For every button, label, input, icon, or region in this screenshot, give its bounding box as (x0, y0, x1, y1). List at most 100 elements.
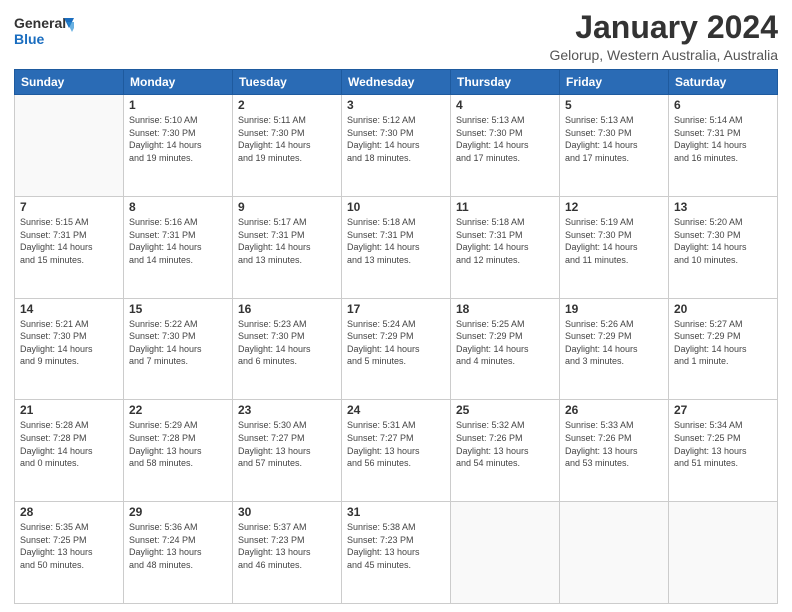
day-info: Sunrise: 5:37 AM Sunset: 7:23 PM Dayligh… (238, 521, 336, 571)
day-info: Sunrise: 5:38 AM Sunset: 7:23 PM Dayligh… (347, 521, 445, 571)
day-number: 7 (20, 200, 118, 214)
day-info: Sunrise: 5:24 AM Sunset: 7:29 PM Dayligh… (347, 318, 445, 368)
calendar-cell: 29 Sunrise: 5:36 AM Sunset: 7:24 PM Dayli… (124, 502, 233, 604)
calendar-cell: 2 Sunrise: 5:11 AM Sunset: 7:30 PM Daylig… (233, 95, 342, 197)
day-number: 18 (456, 302, 554, 316)
day-info: Sunrise: 5:15 AM Sunset: 7:31 PM Dayligh… (20, 216, 118, 266)
weekday-header-sunday: Sunday (15, 70, 124, 95)
day-number: 4 (456, 98, 554, 112)
calendar-cell: 28 Sunrise: 5:35 AM Sunset: 7:25 PM Dayli… (15, 502, 124, 604)
calendar-cell: 12 Sunrise: 5:19 AM Sunset: 7:30 PM Dayli… (560, 196, 669, 298)
calendar-cell (15, 95, 124, 197)
day-info: Sunrise: 5:36 AM Sunset: 7:24 PM Dayligh… (129, 521, 227, 571)
day-number: 15 (129, 302, 227, 316)
calendar-body: 1Sunrise: 5:10 AM Sunset: 7:30 PM Daylig… (15, 95, 778, 604)
day-info: Sunrise: 5:27 AM Sunset: 7:29 PM Dayligh… (674, 318, 772, 368)
day-number: 19 (565, 302, 663, 316)
day-number: 10 (347, 200, 445, 214)
day-number: 6 (674, 98, 772, 112)
svg-text:General: General (14, 15, 66, 31)
day-number: 1 (129, 98, 227, 112)
calendar-cell: 18 Sunrise: 5:25 AM Sunset: 7:29 PM Dayli… (451, 298, 560, 400)
day-number: 26 (565, 403, 663, 417)
day-info: Sunrise: 5:21 AM Sunset: 7:30 PM Dayligh… (20, 318, 118, 368)
calendar-table: SundayMondayTuesdayWednesdayThursdayFrid… (14, 69, 778, 604)
day-number: 23 (238, 403, 336, 417)
day-info: Sunrise: 5:11 AM Sunset: 7:30 PM Dayligh… (238, 114, 336, 164)
day-info: Sunrise: 5:23 AM Sunset: 7:30 PM Dayligh… (238, 318, 336, 368)
calendar-cell: 21Sunrise: 5:28 AM Sunset: 7:28 PM Dayli… (15, 400, 124, 502)
title-area: January 2024 Gelorup, Western Australia,… (549, 10, 778, 63)
calendar-cell: 24 Sunrise: 5:31 AM Sunset: 7:27 PM Dayli… (342, 400, 451, 502)
day-info: Sunrise: 5:35 AM Sunset: 7:25 PM Dayligh… (20, 521, 118, 571)
week-row-4: 28 Sunrise: 5:35 AM Sunset: 7:25 PM Dayli… (15, 502, 778, 604)
calendar-cell: 23 Sunrise: 5:30 AM Sunset: 7:27 PM Dayli… (233, 400, 342, 502)
weekday-header-tuesday: Tuesday (233, 70, 342, 95)
day-info: Sunrise: 5:29 AM Sunset: 7:28 PM Dayligh… (129, 419, 227, 469)
day-number: 17 (347, 302, 445, 316)
calendar-cell: 16Sunrise: 5:23 AM Sunset: 7:30 PM Dayli… (233, 298, 342, 400)
calendar-cell: 26 Sunrise: 5:33 AM Sunset: 7:26 PM Dayli… (560, 400, 669, 502)
day-number: 14 (20, 302, 118, 316)
calendar-cell: 27Sunrise: 5:34 AM Sunset: 7:25 PM Dayli… (669, 400, 778, 502)
day-number: 20 (674, 302, 772, 316)
logo-icon: General Blue (14, 10, 74, 50)
day-number: 11 (456, 200, 554, 214)
day-number: 25 (456, 403, 554, 417)
day-number: 30 (238, 505, 336, 519)
day-info: Sunrise: 5:13 AM Sunset: 7:30 PM Dayligh… (456, 114, 554, 164)
day-number: 13 (674, 200, 772, 214)
page: General Blue January 2024 Gelorup, Weste… (0, 0, 792, 612)
day-number: 24 (347, 403, 445, 417)
calendar-cell: 25Sunrise: 5:32 AM Sunset: 7:26 PM Dayli… (451, 400, 560, 502)
svg-text:Blue: Blue (14, 31, 45, 47)
day-info: Sunrise: 5:22 AM Sunset: 7:30 PM Dayligh… (129, 318, 227, 368)
calendar-cell: 4 Sunrise: 5:13 AM Sunset: 7:30 PM Daylig… (451, 95, 560, 197)
day-number: 12 (565, 200, 663, 214)
weekday-header-monday: Monday (124, 70, 233, 95)
weekday-header-thursday: Thursday (451, 70, 560, 95)
week-row-2: 14 Sunrise: 5:21 AM Sunset: 7:30 PM Dayli… (15, 298, 778, 400)
day-number: 31 (347, 505, 445, 519)
calendar-cell: 7 Sunrise: 5:15 AM Sunset: 7:31 PM Daylig… (15, 196, 124, 298)
day-number: 22 (129, 403, 227, 417)
week-row-3: 21Sunrise: 5:28 AM Sunset: 7:28 PM Dayli… (15, 400, 778, 502)
day-info: Sunrise: 5:33 AM Sunset: 7:26 PM Dayligh… (565, 419, 663, 469)
calendar-cell: 14 Sunrise: 5:21 AM Sunset: 7:30 PM Dayli… (15, 298, 124, 400)
week-row-0: 1Sunrise: 5:10 AM Sunset: 7:30 PM Daylig… (15, 95, 778, 197)
day-info: Sunrise: 5:25 AM Sunset: 7:29 PM Dayligh… (456, 318, 554, 368)
day-number: 5 (565, 98, 663, 112)
day-info: Sunrise: 5:19 AM Sunset: 7:30 PM Dayligh… (565, 216, 663, 266)
calendar-cell: 10Sunrise: 5:18 AM Sunset: 7:31 PM Dayli… (342, 196, 451, 298)
day-info: Sunrise: 5:30 AM Sunset: 7:27 PM Dayligh… (238, 419, 336, 469)
day-info: Sunrise: 5:16 AM Sunset: 7:31 PM Dayligh… (129, 216, 227, 266)
calendar-cell: 17 Sunrise: 5:24 AM Sunset: 7:29 PM Dayli… (342, 298, 451, 400)
weekday-header-wednesday: Wednesday (342, 70, 451, 95)
day-number: 3 (347, 98, 445, 112)
weekday-header-row: SundayMondayTuesdayWednesdayThursdayFrid… (15, 70, 778, 95)
day-number: 29 (129, 505, 227, 519)
day-info: Sunrise: 5:26 AM Sunset: 7:29 PM Dayligh… (565, 318, 663, 368)
logo: General Blue (14, 10, 74, 55)
weekday-header-saturday: Saturday (669, 70, 778, 95)
day-info: Sunrise: 5:18 AM Sunset: 7:31 PM Dayligh… (456, 216, 554, 266)
calendar-cell: 22 Sunrise: 5:29 AM Sunset: 7:28 PM Dayli… (124, 400, 233, 502)
calendar-cell (669, 502, 778, 604)
day-info: Sunrise: 5:31 AM Sunset: 7:27 PM Dayligh… (347, 419, 445, 469)
calendar-header: SundayMondayTuesdayWednesdayThursdayFrid… (15, 70, 778, 95)
subtitle: Gelorup, Western Australia, Australia (549, 47, 778, 63)
calendar-cell (560, 502, 669, 604)
calendar-cell: 19 Sunrise: 5:26 AM Sunset: 7:29 PM Dayli… (560, 298, 669, 400)
calendar-cell: 9Sunrise: 5:17 AM Sunset: 7:31 PM Daylig… (233, 196, 342, 298)
calendar-cell: 5 Sunrise: 5:13 AM Sunset: 7:30 PM Daylig… (560, 95, 669, 197)
day-info: Sunrise: 5:13 AM Sunset: 7:30 PM Dayligh… (565, 114, 663, 164)
day-info: Sunrise: 5:12 AM Sunset: 7:30 PM Dayligh… (347, 114, 445, 164)
calendar-cell: 1Sunrise: 5:10 AM Sunset: 7:30 PM Daylig… (124, 95, 233, 197)
calendar-cell: 20 Sunrise: 5:27 AM Sunset: 7:29 PM Dayli… (669, 298, 778, 400)
calendar-cell: 13Sunrise: 5:20 AM Sunset: 7:30 PM Dayli… (669, 196, 778, 298)
calendar-cell: 3 Sunrise: 5:12 AM Sunset: 7:30 PM Daylig… (342, 95, 451, 197)
day-number: 28 (20, 505, 118, 519)
header: General Blue January 2024 Gelorup, Weste… (14, 10, 778, 63)
day-number: 2 (238, 98, 336, 112)
calendar-cell: 31 Sunrise: 5:38 AM Sunset: 7:23 PM Dayli… (342, 502, 451, 604)
